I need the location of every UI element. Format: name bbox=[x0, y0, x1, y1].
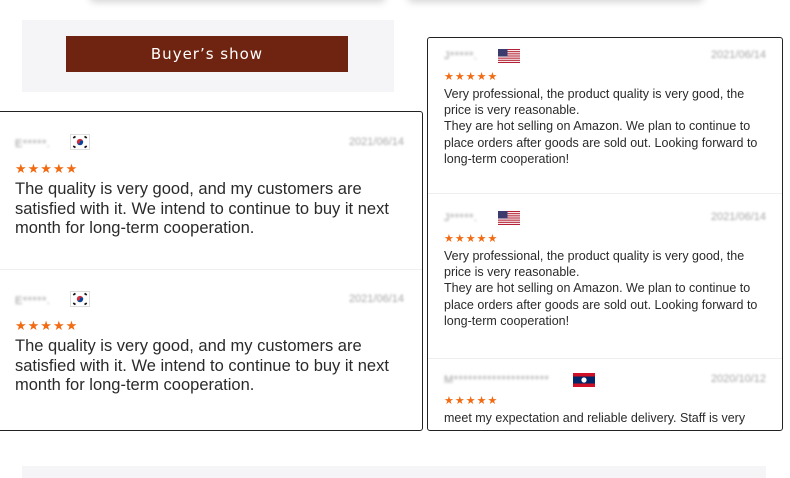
buyers-show-banner: Buyer’s show bbox=[66, 36, 348, 72]
star-rating: ★★★★★ bbox=[444, 395, 499, 407]
review-text: Very professional, the product quality i… bbox=[444, 248, 772, 329]
review-text: The quality is very good, and my custome… bbox=[15, 337, 389, 394]
review-date: 2020/10/12 bbox=[710, 373, 766, 385]
review-date: 2021/06/14 bbox=[710, 49, 766, 61]
bottom-section-strip bbox=[22, 466, 766, 478]
review-card: J*****. 2021/06/14 ★★★★★ Very profession… bbox=[428, 200, 782, 355]
review-divider bbox=[428, 193, 782, 194]
review-text-line: meet my expectation and reliable deliver… bbox=[444, 411, 746, 425]
star-rating: ★★★★★ bbox=[444, 233, 499, 245]
review-date: 2021/06/14 bbox=[710, 211, 766, 223]
review-date: 2021/06/14 bbox=[348, 293, 404, 305]
review-text-line: Very professional, the product quality i… bbox=[444, 87, 745, 118]
review-panel-right[interactable]: J*****. 2021/06/14 ★★★★★ Very profession… bbox=[427, 37, 783, 431]
review-text: The quality is very good, and my custome… bbox=[15, 180, 389, 237]
review-card: M******************** 2020/10/12 ★★★★★ m… bbox=[428, 362, 782, 430]
review-card: E*****. 2021/06/14 ★★★★★ The quality is … bbox=[0, 112, 422, 269]
star-rating: ★★★★★ bbox=[15, 318, 79, 333]
review-text-line: They are hot selling on Amazon. We plan … bbox=[444, 119, 758, 166]
star-rating: ★★★★★ bbox=[15, 161, 79, 176]
review-card: E*****. 2021/06/14 ★★★★★ The quality is … bbox=[0, 269, 422, 429]
reviewer-name: E*****. bbox=[15, 295, 51, 307]
usa-flag-icon bbox=[498, 211, 520, 225]
review-text-line: They are hot selling on Amazon. We plan … bbox=[444, 281, 758, 328]
laos-flag-icon bbox=[573, 373, 595, 387]
review-card: J*****. 2021/06/14 ★★★★★ Very profession… bbox=[428, 38, 782, 193]
usa-flag-icon bbox=[498, 49, 520, 63]
review-text: meet my expectation and reliable deliver… bbox=[444, 410, 772, 426]
review-divider bbox=[428, 358, 782, 359]
review-date: 2021/06/14 bbox=[348, 136, 404, 148]
review-text: Very professional, the product quality i… bbox=[444, 86, 772, 167]
south-korea-flag-icon bbox=[70, 291, 90, 307]
reviewer-name: M******************** bbox=[444, 374, 550, 386]
review-text-line: Very professional, the product quality i… bbox=[444, 249, 745, 280]
reviewer-name: J*****. bbox=[444, 50, 478, 62]
star-rating: ★★★★★ bbox=[444, 71, 499, 83]
reviewer-name: E*****. bbox=[15, 138, 51, 150]
south-korea-flag-icon bbox=[70, 134, 90, 150]
reviewer-name: J*****. bbox=[444, 212, 478, 224]
review-panel-left[interactable]: E*****. 2021/06/14 ★★★★★ The quality is … bbox=[0, 111, 423, 431]
